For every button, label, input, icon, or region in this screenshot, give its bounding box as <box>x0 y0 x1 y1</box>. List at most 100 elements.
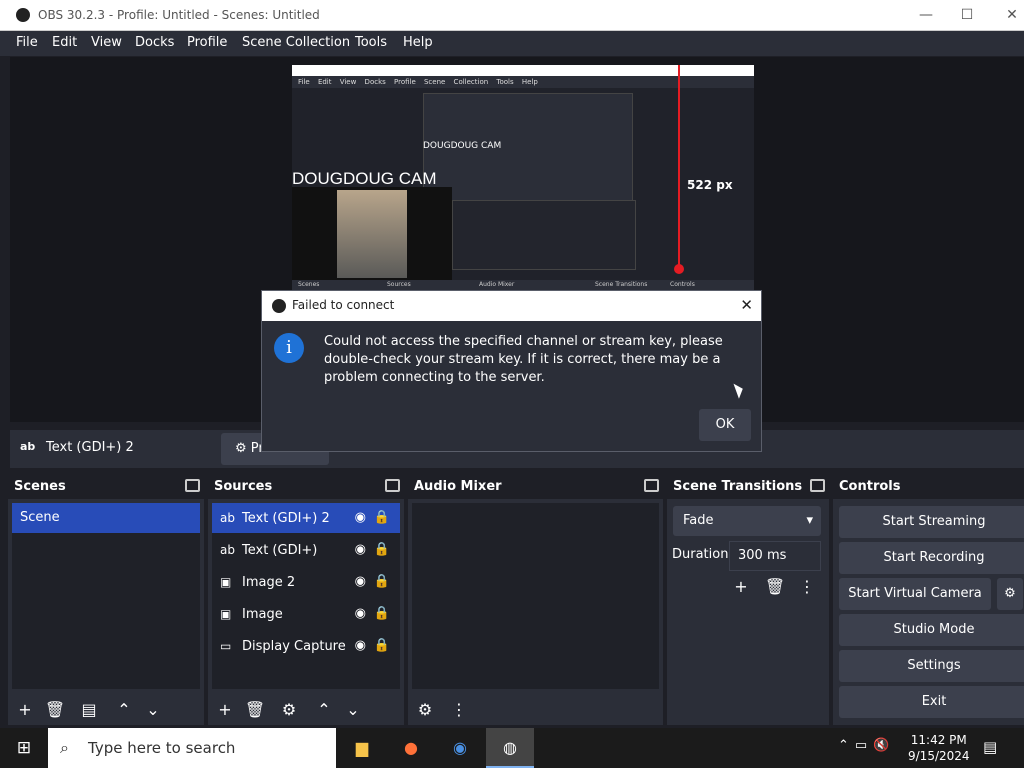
dock-title: Sources <box>208 475 404 499</box>
search-placeholder: Type here to search <box>88 739 236 757</box>
clock[interactable]: 11:42 PM 9/15/2024 <box>908 732 970 764</box>
advanced-audio-icon[interactable]: ⚙ <box>413 698 437 722</box>
dialog-title: Failed to connect <box>292 298 395 312</box>
duration-value: 300 ms <box>738 548 787 563</box>
sources-list: ab Text (GDI+) 2 ◉ 🔒 ab Text (GDI+) ◉ 🔒 ▣ Image… <box>212 503 400 689</box>
minimize-icon[interactable]: — <box>904 0 948 31</box>
menu-tools[interactable]: Tools <box>355 35 387 50</box>
move-up-icon[interactable]: ⌃ <box>312 698 336 722</box>
controls-dock: Controls Start Streaming Start Recording… <box>833 475 1024 725</box>
measure-label: 522 px <box>687 178 733 192</box>
source-item[interactable]: ▣ Image ◉ 🔒 <box>212 599 400 629</box>
start-recording-button[interactable]: Start Recording <box>839 542 1024 574</box>
menu-file[interactable]: File <box>16 35 38 50</box>
taskbar-search[interactable]: ⌕ Type here to search <box>48 728 336 768</box>
dock-title: Audio Mixer <box>408 475 663 499</box>
trash-icon[interactable]: 🗑 <box>43 698 67 722</box>
nested-dock-label: Scene Transitions <box>595 281 648 288</box>
menu-help[interactable]: Help <box>403 35 433 50</box>
undock-icon[interactable] <box>185 479 200 492</box>
file-explorer-icon[interactable]: ▆ <box>338 728 386 768</box>
failed-to-connect-dialog: Failed to connect ✕ i Could not access t… <box>261 290 762 452</box>
move-up-icon[interactable]: ⌃ <box>112 698 136 722</box>
source-item[interactable]: ▭ Display Capture ◉ 🔒 <box>212 631 400 661</box>
nested-dock-label: Scenes <box>298 281 320 288</box>
close-icon[interactable]: ✕ <box>740 296 753 314</box>
notification-icon[interactable]: ▤ <box>983 738 997 756</box>
chrome-icon[interactable]: ◉ <box>436 728 484 768</box>
obs-logo-icon <box>272 299 286 313</box>
dock-title: Controls <box>833 475 1024 499</box>
eye-icon[interactable]: ◉ <box>355 503 366 533</box>
source-label: Image 2 <box>242 575 296 590</box>
trash-icon[interactable]: 🗑 <box>763 575 787 599</box>
lock-icon[interactable]: 🔒 <box>374 631 390 661</box>
nested-dock-label: Controls <box>670 281 695 288</box>
settings-button[interactable]: Settings <box>839 650 1024 682</box>
window-titlebar: OBS 30.2.3 - Profile: Untitled - Scenes:… <box>0 0 1024 31</box>
maximize-icon[interactable]: ☐ <box>945 0 989 31</box>
firefox-icon[interactable]: ● <box>387 728 435 768</box>
move-down-icon[interactable]: ⌄ <box>141 698 165 722</box>
filter-icon[interactable]: ▤ <box>77 698 101 722</box>
text-source-icon: ab <box>220 511 235 525</box>
menu-bar: File Edit View Docks Profile Scene Colle… <box>0 31 1024 56</box>
system-tray-icons[interactable]: ⌃▭🔇 <box>838 738 895 753</box>
eye-icon[interactable]: ◉ <box>355 535 366 565</box>
menu-profile[interactable]: Profile <box>187 35 227 50</box>
lock-icon[interactable]: 🔒 <box>374 567 390 597</box>
gear-icon: ⚙ <box>235 441 247 456</box>
clock-time: 11:42 PM <box>910 733 967 747</box>
image-source-icon: ▣ <box>220 607 232 621</box>
source-item[interactable]: ▣ Image 2 ◉ 🔒 <box>212 567 400 597</box>
obs-taskbar-icon[interactable]: ◍ <box>486 728 534 768</box>
sources-dock: Sources ab Text (GDI+) 2 ◉ 🔒 ab Text (GDI+) ◉… <box>208 475 404 725</box>
menu-edit[interactable]: Edit <box>52 35 77 50</box>
transition-select-value: Fade <box>683 513 714 528</box>
add-icon[interactable]: + <box>13 698 37 722</box>
studio-mode-button[interactable]: Studio Mode <box>839 614 1024 646</box>
windows-start-icon[interactable]: ⊞ <box>0 728 48 768</box>
more-menu-icon[interactable]: ⋮ <box>795 575 819 599</box>
info-icon: i <box>274 333 304 363</box>
exit-button[interactable]: Exit <box>839 686 1024 718</box>
source-item[interactable]: ab Text (GDI+) 2 ◉ 🔒 <box>212 503 400 533</box>
undock-icon[interactable] <box>644 479 659 492</box>
menu-docks[interactable]: Docks <box>135 35 174 50</box>
lock-icon[interactable]: 🔒 <box>374 535 390 565</box>
add-icon[interactable]: + <box>213 698 237 722</box>
lock-icon[interactable]: 🔒 <box>374 503 390 533</box>
source-item[interactable]: ab Text (GDI+) ◉ 🔒 <box>212 535 400 565</box>
undock-icon[interactable] <box>385 479 400 492</box>
text-source-icon: ab <box>220 543 235 557</box>
preview-canvas[interactable]: File Edit View Docks Profile Scene Colle… <box>292 65 754 290</box>
undock-icon[interactable] <box>810 479 825 492</box>
menu-scene-collection[interactable]: Scene Collection <box>242 35 350 50</box>
start-streaming-button[interactable]: Start Streaming <box>839 506 1024 538</box>
nested-titlebar <box>292 65 754 76</box>
eye-icon[interactable]: ◉ <box>355 567 366 597</box>
scene-transitions-dock: Scene Transitions Fade ▾ Duration 300 ms … <box>667 475 829 725</box>
trash-icon[interactable]: 🗑 <box>243 698 267 722</box>
eye-icon[interactable]: ◉ <box>355 631 366 661</box>
start-virtual-camera-button[interactable]: Start Virtual Camera <box>839 578 991 610</box>
menu-view[interactable]: View <box>91 35 122 50</box>
measure-handle[interactable] <box>674 264 684 274</box>
image-source-icon: ▣ <box>220 575 232 589</box>
window-title: OBS 30.2.3 - Profile: Untitled - Scenes:… <box>38 8 320 22</box>
lock-icon[interactable]: 🔒 <box>374 599 390 629</box>
virtual-camera-settings-gear-icon[interactable]: ⚙ <box>997 578 1023 610</box>
clock-date: 9/15/2024 <box>908 749 970 763</box>
close-icon[interactable]: ✕ <box>990 0 1024 31</box>
duration-stepper[interactable]: 300 ms <box>729 541 821 571</box>
scenes-list: Scene <box>12 503 200 689</box>
move-down-icon[interactable]: ⌄ <box>341 698 365 722</box>
more-menu-icon[interactable]: ⋮ <box>447 698 471 722</box>
add-icon[interactable]: + <box>729 575 753 599</box>
nested-menu: File Edit View Docks Profile Scene Colle… <box>292 76 754 88</box>
ok-button[interactable]: OK <box>699 409 751 441</box>
scene-item[interactable]: Scene <box>12 503 200 533</box>
eye-icon[interactable]: ◉ <box>355 599 366 629</box>
gear-icon[interactable]: ⚙ <box>277 698 301 722</box>
transition-select[interactable]: Fade ▾ <box>673 506 821 536</box>
